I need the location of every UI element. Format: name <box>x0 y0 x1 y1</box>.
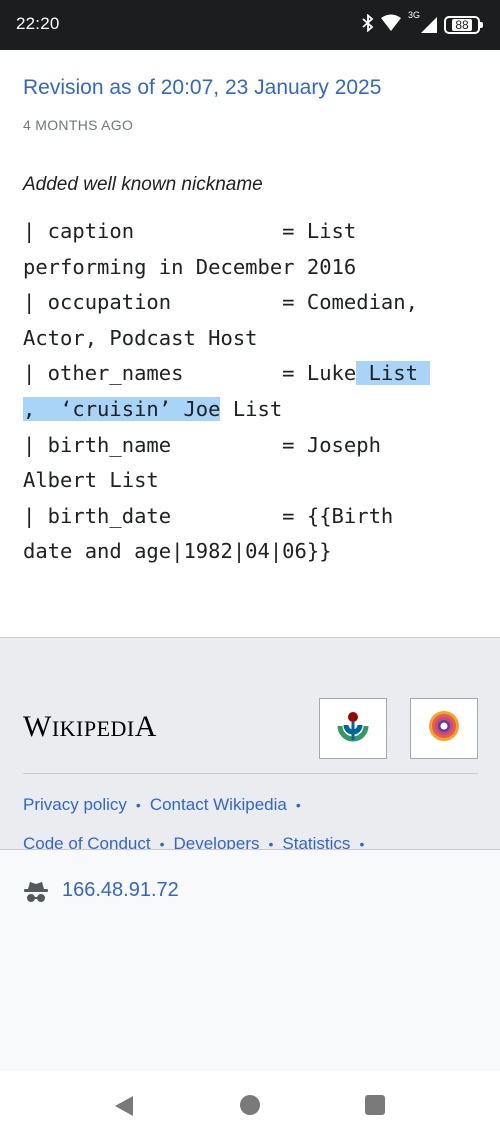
code-line: | caption = List <box>23 219 357 243</box>
highlighted-addition: List <box>356 361 431 386</box>
wifi-icon <box>380 14 402 37</box>
code-line: | birth_name = Joseph <box>23 432 381 457</box>
developers-link[interactable]: Developers <box>174 834 260 849</box>
signal-icon: 3G <box>408 10 438 34</box>
wikipedia-wordmark[interactable]: WIKIPEDIA <box>23 710 157 744</box>
code-line: List <box>220 396 283 421</box>
link-separator: • <box>135 797 141 813</box>
back-icon[interactable] <box>113 1094 135 1123</box>
code-line: Actor, Podcast Host <box>23 325 258 350</box>
privacy-policy-link[interactable]: Privacy policy <box>23 795 127 814</box>
battery-icon: 88 <box>444 16 483 34</box>
wikimedia-foundation-icon <box>335 708 371 749</box>
recents-icon[interactable] <box>365 1095 385 1115</box>
link-separator: • <box>359 836 365 849</box>
footer-links-row: Privacy policy • Contact Wikipedia • <box>23 795 310 815</box>
anonymous-user-icon <box>23 880 49 909</box>
code-line: | occupation = Comedian, <box>23 290 418 315</box>
home-icon[interactable] <box>240 1095 260 1115</box>
mediawiki-icon <box>426 708 462 749</box>
code-line: | birth_date = {{Birth <box>23 503 394 528</box>
footer-divider <box>23 773 478 774</box>
footer-links-row: Code of Conduct • Developers • Statistics • <box>23 834 373 849</box>
wikimedia-foundation-badge[interactable] <box>319 698 387 759</box>
link-separator: • <box>295 797 301 813</box>
statistics-link[interactable]: Statistics <box>282 834 350 849</box>
code-line: | other_names = Luke <box>23 361 357 386</box>
revision-age: 4 MONTHS AGO <box>23 117 134 133</box>
link-separator: • <box>159 836 165 849</box>
system-nav-bar <box>0 1071 500 1139</box>
code-of-conduct-link[interactable]: Code of Conduct <box>23 834 151 849</box>
battery-level: 88 <box>452 19 472 31</box>
page-footer: WIKIPEDIA Privacy policy • Contact Wikip… <box>0 637 500 849</box>
revision-title-link[interactable]: Revision as of 20:07, 23 January 2025 <box>23 76 381 100</box>
code-line: performing in December 2016 <box>23 254 357 279</box>
edit-summary: Added well known nickname <box>23 174 263 195</box>
link-separator: • <box>268 836 274 849</box>
status-icons: 3G 88 <box>362 10 483 37</box>
contact-wikipedia-link[interactable]: Contact Wikipedia <box>150 795 287 814</box>
revision-content: Revision as of 20:07, 23 January 2025 4 … <box>0 50 500 638</box>
revision-wikitext[interactable]: | caption = List performing in December … <box>23 214 483 570</box>
mediawiki-badge[interactable] <box>410 698 478 759</box>
ip-address-link[interactable]: 166.48.91.72 <box>62 879 179 902</box>
highlighted-addition: , ‘cruisin’ Joe <box>23 396 221 421</box>
status-time: 22:20 <box>16 14 60 33</box>
bluetooth-icon <box>362 13 374 37</box>
status-bar: 22:20 3G 88 <box>0 0 500 50</box>
anonymous-user-bar: 166.48.91.72 <box>0 849 500 1071</box>
code-line: Albert List <box>23 468 159 493</box>
code-line: date and age|1982|04|06}} <box>23 539 332 564</box>
